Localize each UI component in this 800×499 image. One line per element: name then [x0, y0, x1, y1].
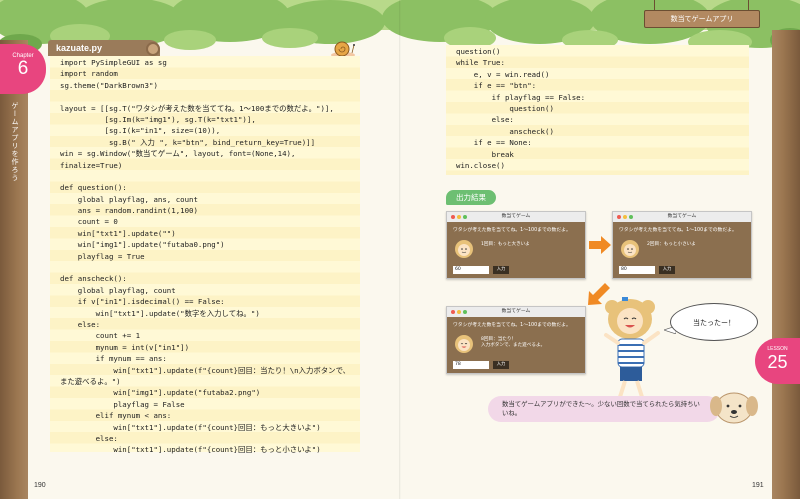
code-line: def anscheck(): — [60, 274, 127, 284]
code-line: [sg.I(k="in1", size=(10)), — [60, 126, 221, 136]
app-titlebar: 数当てゲーム — [613, 212, 751, 222]
code-line: playflag = False — [60, 399, 185, 409]
code-line: count = 0 — [60, 217, 118, 227]
code-line: def question(): — [60, 183, 127, 193]
chapter-title: ゲームアプリを作ろう — [11, 102, 19, 182]
code-line: while True: — [456, 58, 505, 68]
girl-happy-face-icon — [455, 335, 473, 353]
enter-button[interactable]: 入力 — [493, 361, 509, 369]
tree-trunk-right — [772, 30, 800, 499]
code-line: else: — [60, 433, 118, 443]
enter-button[interactable]: 入力 — [493, 266, 509, 274]
code-line: if e == "btn": — [456, 81, 537, 91]
code-line: win["txt1"].update(f"{count}回目：当たり！\n入力ボ… — [60, 365, 351, 375]
enter-button[interactable]: 入力 — [659, 266, 675, 274]
comment-bubble: 数当てゲームアプリができた〜。少ない回数で当てられたら気持ちいいね。 — [488, 396, 720, 422]
app-prompt: ワタシが考えた数を当ててね。1〜100までの数だよ。 — [453, 323, 571, 328]
code-line: e, v = win.read() — [456, 69, 550, 79]
app-title: 数当てゲーム — [501, 214, 531, 219]
app-input-row: 80 入力 — [613, 262, 751, 278]
code-line: playflag = True — [60, 251, 145, 261]
chapter-tab: Chapter 6 — [0, 44, 46, 94]
code-line: win["img1"].update("futaba2.png") — [60, 388, 261, 398]
chapter-number: 6 — [17, 58, 29, 79]
code-line: mynum = int(v["in1"]) — [60, 342, 190, 352]
code-line: finalize=True) — [60, 160, 123, 170]
code-line: anscheck() — [456, 126, 554, 136]
app-window-2: 数当てゲーム ワタシが考えた数を当ててね。1〜100までの数だよ。 2回目：もっ… — [612, 211, 752, 279]
output-label: 出力結果 — [446, 190, 496, 205]
code-lines-left: import PySimpleGUI as sg import random sg.… — [50, 56, 360, 456]
dog-character-icon — [710, 392, 758, 424]
lesson-tab: LESSON 25 — [755, 338, 800, 384]
code-line: else: — [456, 115, 514, 125]
number-input[interactable]: 60 — [453, 266, 489, 274]
app-message: 2回目：もっと小さいよ — [647, 242, 696, 247]
app-titlebar: 数当てゲーム — [447, 212, 585, 222]
code-line: elif mynum < ans: — [60, 411, 172, 421]
section-sign: 数当てゲームアプリ — [644, 10, 760, 28]
code-listing-left: import PySimpleGUI as sg import random sg.… — [50, 56, 360, 454]
app-window-3: 数当てゲーム ワタシが考えた数を当ててね。1〜100までの数だよ。 8回目：当た… — [446, 306, 586, 374]
code-line: question() — [456, 103, 554, 113]
code-line: win["txt1"].update(f"{count}回目：もっと小さいよ") — [60, 445, 321, 455]
code-line: sg.theme("DarkBrown3") — [60, 80, 158, 90]
app-body: 2回目：もっと小さいよ — [613, 236, 751, 262]
code-line: if mynum == ans: — [60, 354, 167, 364]
code-line: [sg.Im(k="img1"), sg.T(k="txt1")], — [60, 114, 256, 124]
app-message: 1回目：もっと大きいよ — [481, 242, 530, 247]
app-prompt: ワタシが考えた数を当ててね。1〜100までの数だよ。 — [619, 228, 737, 233]
code-line: break — [456, 149, 514, 159]
code-line: sg.B(" 入力 ", k="btn", bind_return_key=Tr… — [60, 137, 316, 147]
code-line: layout = [[sg.T("ワタシが考えた数を当ててね。1〜100までの数… — [60, 103, 334, 113]
number-input[interactable]: 80 — [619, 266, 655, 274]
code-line: win["txt1"].update(f"{count}回目：もっと大きいよ") — [60, 422, 321, 432]
code-line: また遊べるよ。") — [60, 376, 121, 386]
app-body: 8回目：当たり！ 入力ボタンで、また遊べるよ。 — [447, 331, 585, 357]
code-line: else: — [60, 319, 101, 329]
code-line: if v["in1"].isdecimal() == False: — [60, 297, 225, 307]
lesson-number: 25 — [767, 352, 788, 372]
app-input-row: 60 入力 — [447, 262, 585, 278]
code-line: import PySimpleGUI as sg — [60, 58, 167, 67]
app-window-1: 数当てゲーム ワタシが考えた数を当ててね。1〜100までの数だよ。 1回目：もっ… — [446, 211, 586, 279]
girl-face-icon — [621, 240, 639, 258]
number-input[interactable]: 78 — [453, 361, 489, 369]
code-line: win.close() — [456, 160, 505, 170]
app-input-row: 78 入力 — [447, 357, 585, 373]
page-number-right: 191 — [752, 482, 764, 489]
girl-face-icon — [455, 240, 473, 258]
code-line: if e == None: — [456, 138, 532, 148]
code-line: win["img1"].update("futaba0.png") — [60, 240, 225, 250]
app-title: 数当てゲーム — [667, 214, 697, 219]
arrow-right-icon — [589, 236, 611, 254]
page-number-left: 190 — [34, 482, 46, 489]
code-lines-right: question() while True: e, v = win.read() … — [446, 45, 749, 171]
log-decoration — [146, 42, 160, 56]
code-line: if playflag == False: — [456, 92, 586, 102]
app-titlebar: 数当てゲーム — [447, 307, 585, 317]
listing-filename: kazuate.py — [48, 40, 160, 56]
page-gutter — [399, 0, 401, 499]
code-line: global playflag, ans, count — [60, 194, 198, 204]
app-message: 8回目：当たり！ 入力ボタンで、また遊べるよ。 — [481, 337, 546, 348]
girl-character-icon — [604, 297, 660, 402]
code-line: count += 1 — [60, 331, 141, 341]
app-body: 1回目：もっと大きいよ — [447, 236, 585, 262]
app-prompt: ワタシが考えた数を当ててね。1〜100までの数だよ。 — [453, 228, 571, 233]
code-line: ans = random.randint(1,100) — [60, 206, 198, 216]
code-line: win["txt1"].update("") — [60, 228, 176, 238]
speech-bubble: 当たったー！ — [670, 303, 758, 341]
code-line: global playflag, count — [60, 285, 176, 295]
app-title: 数当てゲーム — [501, 309, 531, 314]
code-line: win["txt1"].update("数字を入力してね。") — [60, 308, 260, 318]
code-line: question() — [456, 47, 501, 56]
code-line: import random — [60, 69, 118, 79]
code-listing-right: question() while True: e, v = win.read() … — [446, 45, 749, 175]
code-line: win = sg.Window("数当てゲーム", layout, font=(… — [60, 149, 296, 159]
